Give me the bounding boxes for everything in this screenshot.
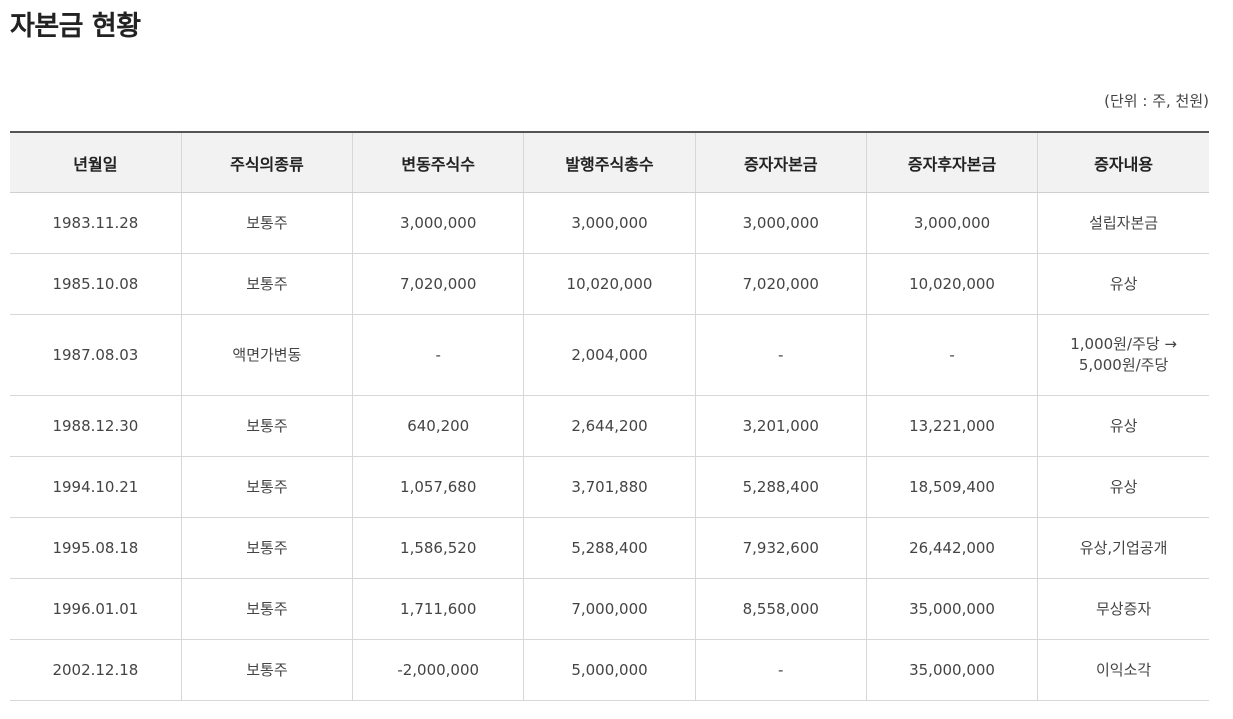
header-date: 년월일 — [10, 131, 182, 193]
table-body: 1983.11.28 보통주 3,000,000 3,000,000 3,000… — [10, 192, 1209, 701]
table-row: 1985.10.08 보통주 7,020,000 10,020,000 7,02… — [10, 253, 1209, 315]
cell-increased-capital: 7,020,000 — [694, 253, 867, 315]
table-row: 1987.08.03 액면가변동 - 2,004,000 - - 1,000원/… — [10, 314, 1209, 396]
table-row: 1994.10.21 보통주 1,057,680 3,701,880 5,288… — [10, 456, 1209, 518]
cell-increase-details: 설립자본금 — [1037, 192, 1209, 254]
cell-increase-details: 1,000원/주당 → 5,000원/주당 — [1037, 314, 1209, 396]
table-row: 2002.12.18 보통주 -2,000,000 5,000,000 - 35… — [10, 639, 1209, 701]
cell-date: 1995.08.18 — [10, 517, 182, 579]
cell-total-issued-shares: 3,000,000 — [523, 192, 696, 254]
capital-status-page: 자본금 현황 (단위 : 주, 천원) 년월일 주식의종류 변동주식수 발행주식… — [0, 0, 1233, 719]
header-stock-type: 주식의종류 — [180, 131, 353, 193]
cell-total-issued-shares: 10,020,000 — [523, 253, 696, 315]
table-row: 1988.12.30 보통주 640,200 2,644,200 3,201,0… — [10, 395, 1209, 457]
cell-changed-shares: 640,200 — [352, 395, 524, 457]
cell-increase-details: 유상,기업공개 — [1037, 517, 1209, 579]
cell-date: 1985.10.08 — [10, 253, 182, 315]
page-title: 자본금 현황 — [10, 11, 141, 42]
table-header: 년월일 주식의종류 변동주식수 발행주식총수 증자자본금 증자후자본금 증자내용 — [10, 131, 1209, 193]
header-increased-capital: 증자자본금 — [694, 131, 867, 193]
cell-stock-type: 보통주 — [180, 192, 353, 254]
header-row: 년월일 주식의종류 변동주식수 발행주식총수 증자자본금 증자후자본금 증자내용 — [10, 131, 1209, 193]
header-changed-shares: 변동주식수 — [352, 131, 524, 193]
cell-changed-shares: - — [352, 314, 524, 396]
cell-total-issued-shares: 3,701,880 — [523, 456, 696, 518]
table-row: 1983.11.28 보통주 3,000,000 3,000,000 3,000… — [10, 192, 1209, 254]
cell-increase-details: 유상 — [1037, 253, 1209, 315]
cell-increased-capital: - — [694, 314, 867, 396]
cell-capital-after: 35,000,000 — [865, 578, 1038, 640]
cell-increased-capital: 8,558,000 — [694, 578, 867, 640]
cell-changed-shares: 1,586,520 — [352, 517, 524, 579]
cell-stock-type: 보통주 — [180, 517, 353, 579]
header-capital-after: 증자후자본금 — [865, 131, 1038, 193]
cell-capital-after: 13,221,000 — [865, 395, 1038, 457]
cell-total-issued-shares: 2,004,000 — [523, 314, 696, 396]
cell-increase-details: 무상증자 — [1037, 578, 1209, 640]
cell-increased-capital: 3,201,000 — [694, 395, 867, 457]
cell-stock-type: 보통주 — [180, 456, 353, 518]
cell-changed-shares: 1,711,600 — [352, 578, 524, 640]
cell-increased-capital: - — [694, 639, 867, 701]
cell-date: 1987.08.03 — [10, 314, 182, 396]
cell-stock-type: 보통주 — [180, 395, 353, 457]
cell-changed-shares: 3,000,000 — [352, 192, 524, 254]
cell-capital-after: - — [865, 314, 1038, 396]
cell-increase-details: 유상 — [1037, 456, 1209, 518]
cell-date: 1996.01.01 — [10, 578, 182, 640]
cell-stock-type: 보통주 — [180, 253, 353, 315]
cell-capital-after: 26,442,000 — [865, 517, 1038, 579]
cell-changed-shares: -2,000,000 — [352, 639, 524, 701]
cell-total-issued-shares: 7,000,000 — [523, 578, 696, 640]
cell-capital-after: 10,020,000 — [865, 253, 1038, 315]
table-row: 1995.08.18 보통주 1,586,520 5,288,400 7,932… — [10, 517, 1209, 579]
cell-capital-after: 3,000,000 — [865, 192, 1038, 254]
cell-total-issued-shares: 2,644,200 — [523, 395, 696, 457]
cell-total-issued-shares: 5,288,400 — [523, 517, 696, 579]
header-increase-details: 증자내용 — [1037, 131, 1209, 193]
cell-date: 1983.11.28 — [10, 192, 182, 254]
cell-increase-details: 유상 — [1037, 395, 1209, 457]
cell-increased-capital: 3,000,000 — [694, 192, 867, 254]
cell-stock-type: 보통주 — [180, 578, 353, 640]
unit-note: (단위 : 주, 천원) — [1104, 92, 1209, 110]
cell-date: 2002.12.18 — [10, 639, 182, 701]
capital-table: 년월일 주식의종류 변동주식수 발행주식총수 증자자본금 증자후자본금 증자내용… — [10, 131, 1209, 701]
cell-changed-shares: 1,057,680 — [352, 456, 524, 518]
cell-total-issued-shares: 5,000,000 — [523, 639, 696, 701]
cell-date: 1994.10.21 — [10, 456, 182, 518]
cell-date: 1988.12.30 — [10, 395, 182, 457]
cell-stock-type: 보통주 — [180, 639, 353, 701]
cell-capital-after: 18,509,400 — [865, 456, 1038, 518]
header-total-issued-shares: 발행주식총수 — [523, 131, 696, 193]
cell-stock-type: 액면가변동 — [180, 314, 353, 396]
table-row: 1996.01.01 보통주 1,711,600 7,000,000 8,558… — [10, 578, 1209, 640]
cell-increased-capital: 7,932,600 — [694, 517, 867, 579]
cell-changed-shares: 7,020,000 — [352, 253, 524, 315]
cell-capital-after: 35,000,000 — [865, 639, 1038, 701]
cell-increase-details: 이익소각 — [1037, 639, 1209, 701]
cell-increased-capital: 5,288,400 — [694, 456, 867, 518]
